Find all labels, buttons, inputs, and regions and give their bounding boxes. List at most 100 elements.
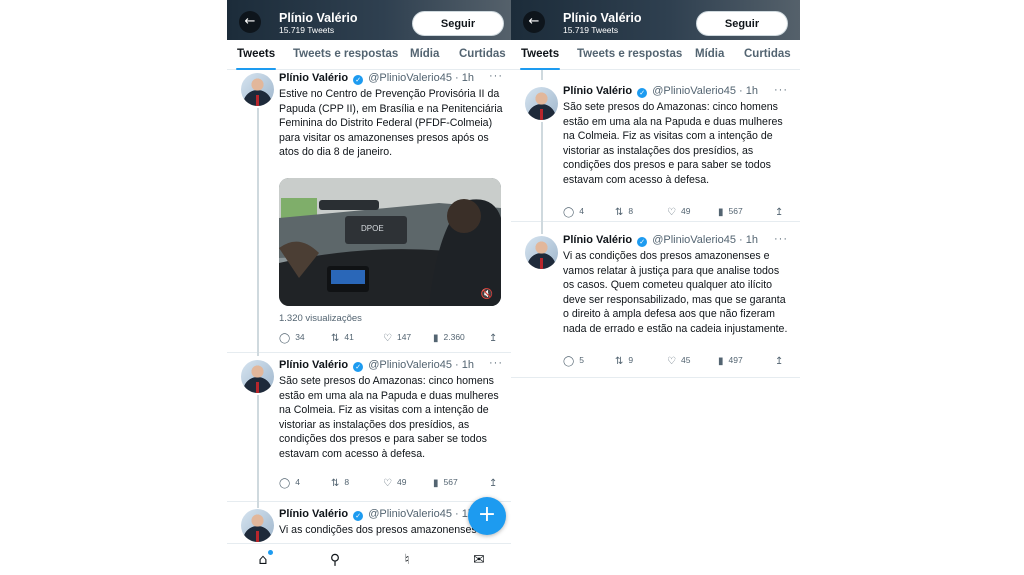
heart-icon: ♡ bbox=[383, 478, 392, 489]
search-icon[interactable]: ⚲ bbox=[326, 551, 344, 569]
tweet-time: · 1h bbox=[455, 72, 474, 84]
retweet-icon: ⇅ bbox=[615, 207, 624, 218]
thread-line bbox=[257, 108, 259, 353]
author-name[interactable]: Plínio Valério bbox=[563, 234, 632, 246]
thread-line bbox=[257, 353, 259, 356]
author-name[interactable]: Plínio Valério bbox=[279, 508, 348, 520]
tab-tweets-replies[interactable]: Tweets e respostas bbox=[293, 48, 398, 60]
reply-count: 5 bbox=[579, 355, 584, 365]
tab-likes[interactable]: Curtidas bbox=[744, 48, 791, 60]
more-icon[interactable]: ··· bbox=[489, 357, 503, 369]
heart-icon: ♡ bbox=[383, 333, 392, 344]
analytics-button[interactable]: ▮ 567 bbox=[718, 206, 743, 218]
author-handle[interactable]: @PlinioValerio45 bbox=[368, 359, 452, 371]
analytics-button[interactable]: ▮ 497 bbox=[718, 355, 743, 367]
share-button[interactable]: ↥ bbox=[775, 355, 788, 367]
more-icon[interactable]: ··· bbox=[774, 84, 788, 96]
tweet-header: Plínio Valério ✓ @PlinioValerio45 · 1h bbox=[563, 85, 758, 98]
follow-button[interactable]: Seguir bbox=[696, 11, 788, 36]
tab-media[interactable]: Mídia bbox=[410, 48, 439, 60]
reply-icon: ◯ bbox=[279, 478, 291, 489]
retweet-count: 41 bbox=[344, 332, 354, 342]
thread-line bbox=[541, 222, 543, 234]
tweet-feed: Plínio Valério ✓ @PlinioValerio45 · 1h ·… bbox=[227, 70, 511, 562]
avatar[interactable] bbox=[525, 87, 558, 120]
tab-tweets-replies[interactable]: Tweets e respostas bbox=[577, 48, 682, 60]
reply-button[interactable]: ◯ 4 bbox=[563, 206, 584, 218]
compose-button[interactable]: + bbox=[468, 497, 506, 535]
tweet-item[interactable]: Plínio Valério ✓ @PlinioValerio45 · 1h ·… bbox=[511, 70, 800, 222]
share-button[interactable]: ↥ bbox=[489, 332, 502, 344]
author-handle[interactable]: @PlinioValerio45 bbox=[652, 85, 736, 97]
tab-tweets[interactable]: Tweets bbox=[521, 48, 559, 60]
arrow-left-icon[interactable]: ← bbox=[239, 11, 261, 33]
follow-button[interactable]: Seguir bbox=[412, 11, 504, 36]
share-icon: ↥ bbox=[489, 478, 498, 489]
like-button[interactable]: ♡ 45 bbox=[667, 355, 690, 367]
home-icon[interactable]: ⌂ bbox=[254, 550, 273, 569]
analytics-count: 2.360 bbox=[443, 332, 465, 342]
analytics-count: 567 bbox=[443, 477, 458, 487]
share-button[interactable]: ↥ bbox=[489, 477, 502, 489]
reply-button[interactable]: ◯ 34 bbox=[279, 332, 305, 344]
thread-line bbox=[541, 70, 543, 80]
bell-icon[interactable]: ♮ bbox=[398, 551, 416, 569]
more-icon[interactable]: ··· bbox=[774, 233, 788, 245]
retweet-icon: ⇅ bbox=[331, 333, 340, 344]
more-icon[interactable]: ··· bbox=[489, 70, 503, 82]
reply-button[interactable]: ◯ 5 bbox=[563, 355, 584, 367]
like-button[interactable]: ♡ 49 bbox=[667, 206, 690, 218]
like-count: 49 bbox=[680, 206, 691, 216]
retweet-button[interactable]: ⇅ 41 bbox=[331, 332, 354, 344]
mail-icon[interactable]: ✉ bbox=[470, 551, 488, 569]
retweet-count: 9 bbox=[628, 355, 634, 365]
profile-name: Plínio Valério bbox=[279, 11, 358, 25]
tweet-feed: Plínio Valério ✓ @PlinioValerio45 · 1h ·… bbox=[511, 70, 800, 377]
analytics-button[interactable]: ▮ 567 bbox=[433, 477, 458, 489]
avatar[interactable] bbox=[241, 73, 274, 106]
tab-likes[interactable]: Curtidas bbox=[459, 48, 506, 60]
tweet-item[interactable]: Plínio Valério ✓ @PlinioValerio45 · 1h ·… bbox=[227, 353, 511, 502]
retweet-icon: ⇅ bbox=[615, 356, 624, 367]
share-button[interactable]: ↥ bbox=[775, 206, 788, 218]
tweet-text: Vi as condições dos presos amazonenses e… bbox=[563, 250, 788, 335]
avatar[interactable] bbox=[241, 360, 274, 393]
tweet-video[interactable]: DPOE 🔇 bbox=[279, 178, 501, 306]
author-name[interactable]: Plínio Valério bbox=[279, 72, 348, 84]
tab-media[interactable]: Mídia bbox=[695, 48, 724, 60]
retweet-button[interactable]: ⇅ 8 bbox=[331, 477, 349, 489]
author-name[interactable]: Plínio Valério bbox=[279, 359, 348, 371]
like-button[interactable]: ♡ 147 bbox=[383, 332, 411, 344]
author-handle[interactable]: @PlinioValerio45 bbox=[368, 508, 452, 520]
tab-tweets[interactable]: Tweets bbox=[237, 48, 275, 60]
reply-count: 4 bbox=[579, 206, 584, 216]
tweet-item[interactable]: Plínio Valério ✓ @PlinioValerio45 · 1h ·… bbox=[511, 222, 800, 377]
analytics-icon: ▮ bbox=[718, 356, 724, 367]
author-handle[interactable]: @PlinioValerio45 bbox=[652, 234, 736, 246]
verified-badge-icon: ✓ bbox=[353, 75, 364, 85]
avatar[interactable] bbox=[525, 236, 558, 269]
like-button[interactable]: ♡ 49 bbox=[383, 477, 406, 489]
tweet-time: · 1h bbox=[739, 85, 758, 97]
reply-button[interactable]: ◯ 4 bbox=[279, 477, 300, 489]
retweet-button[interactable]: ⇅ 9 bbox=[615, 355, 633, 367]
reply-icon: ◯ bbox=[563, 356, 575, 367]
tweet-time: · 1h bbox=[739, 234, 758, 246]
retweet-button[interactable]: ⇅ 8 bbox=[615, 206, 633, 218]
thread-line bbox=[257, 502, 259, 508]
tweet-header: Plínio Valério ✓ @PlinioValerio45 · 1h bbox=[279, 359, 474, 372]
tweet-text: Estive no Centro de Prevenção Provisória… bbox=[279, 88, 503, 159]
author-name[interactable]: Plínio Valério bbox=[563, 85, 632, 97]
author-handle[interactable]: @PlinioValerio45 bbox=[368, 72, 452, 84]
arrow-left-icon[interactable]: ← bbox=[523, 11, 545, 33]
thread-line bbox=[541, 122, 543, 222]
tweet-item[interactable]: Plínio Valério ✓ @PlinioValerio45 · 1h ·… bbox=[227, 70, 511, 353]
reply-icon: ◯ bbox=[279, 333, 291, 344]
like-count: 49 bbox=[396, 477, 407, 487]
mute-icon[interactable]: 🔇 bbox=[481, 289, 493, 300]
avatar[interactable] bbox=[241, 509, 274, 542]
retweet-count: 8 bbox=[628, 206, 634, 216]
reply-count: 34 bbox=[295, 332, 305, 342]
analytics-button[interactable]: ▮ 2.360 bbox=[433, 332, 465, 344]
profile-header: ← Plínio Valério 15.719 Tweets Seguir bbox=[227, 0, 511, 40]
